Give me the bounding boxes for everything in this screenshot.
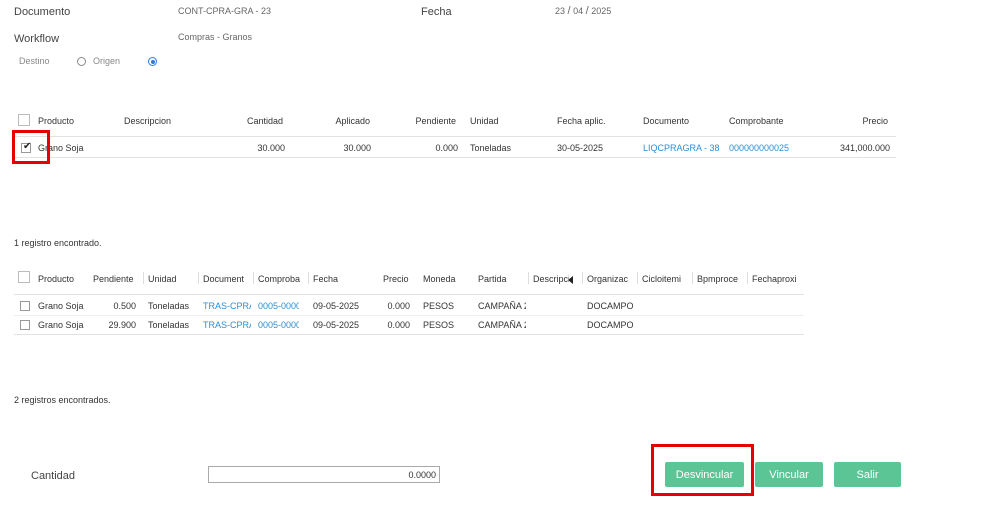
col2-fechaproxima[interactable]: Fechaproxi [752,274,798,284]
col-divider [582,272,583,284]
cell-partida: CAMPAÑA 2 [478,320,526,330]
col-fecha-aplic[interactable]: Fecha aplic. [557,116,606,126]
col2-bpmproceso[interactable]: Bpmproce [697,274,739,284]
col-pendiente[interactable]: Pendiente [386,116,456,126]
cell-producto: Grano Soja [38,320,84,330]
cell-moneda: PESOS [423,320,455,330]
col2-fecha[interactable]: Fecha [313,274,363,284]
salir-button[interactable]: Salir [834,462,901,487]
cell-unidad: Toneladas [148,320,190,330]
row-checkbox[interactable] [20,320,30,330]
col-cantidad[interactable]: Cantidad [215,116,283,126]
col-unidad[interactable]: Unidad [470,116,499,126]
cell-comprobante-link[interactable]: 0005-000000 [258,301,299,311]
col-divider [528,272,529,284]
col2-comprobante[interactable]: Comproba [258,274,300,284]
table2-record-count: 2 registros encontrados. [14,395,111,405]
cell-aplicado: 30.000 [343,143,371,153]
cell-fecha: 09-05-2025 [313,320,360,330]
col-aplicado[interactable]: Aplicado [300,116,370,126]
col2-unidad[interactable]: Unidad [148,274,198,284]
col2-precio[interactable]: Precio [383,274,413,284]
col2-documento[interactable]: Document [203,274,251,284]
table1-record-count: 1 registro encontrado. [14,238,102,248]
cell-organizacion: DOCAMPO [587,320,634,330]
cell-pendiente: 0.500 [113,301,136,311]
cell-fecha: 30-05-2025 [557,143,604,153]
cell-comprobante-link[interactable]: 000000000025 [729,143,789,153]
cell-comprobante-link[interactable]: 0005-000000 [258,320,299,330]
documento-value: CONT-CPRA-GRA - 23 [178,6,272,16]
workflow-label: Workflow [14,33,60,45]
col-producto[interactable]: Producto [38,116,74,126]
cell-unidad: Toneladas [148,301,190,311]
highlight-row-checkbox [12,130,50,164]
resize-arrow-icon[interactable] [568,276,573,284]
table1-header-divider [14,136,896,137]
vincular-button[interactable]: Vincular [755,462,823,487]
fecha-year[interactable]: 2025 [591,6,611,16]
col-divider [747,272,748,284]
col-divider [637,272,638,284]
cell-precio: 0.000 [387,301,410,311]
cell-producto: Grano Soja [38,301,84,311]
highlight-desvincular [651,444,754,496]
cell-cantidad: 30.000 [257,143,285,153]
col-divider [308,272,309,284]
cell-unidad: Toneladas [470,143,512,153]
col-descripcion[interactable]: Descripcion [124,116,171,126]
cell-documento-link[interactable]: TRAS-CPRA [203,320,251,330]
col-precio[interactable]: Precio [816,116,888,126]
origen-radio[interactable] [77,57,86,66]
row-checkbox[interactable] [20,301,30,311]
destino-label: Destino [19,56,50,66]
col-documento[interactable]: Documento [643,116,689,126]
col-divider [692,272,693,284]
select-all-checkbox-table2[interactable] [18,271,30,283]
cell-pendiente: 29.900 [108,320,136,330]
table2-header-divider [14,294,804,295]
fecha-sep-2: / [585,5,589,17]
cantidad-input[interactable] [208,466,440,483]
fecha-month[interactable]: 04 [573,6,583,16]
cell-documento-link[interactable]: LIQCPRAGRA - 38 [643,143,723,153]
row-divider [14,315,804,316]
fecha-label: Fecha [421,6,452,18]
col2-moneda[interactable]: Moneda [423,274,473,284]
cell-precio: 341,000.000 [839,143,890,153]
cantidad-label: Cantidad [31,470,76,482]
fecha-sep-1: / [567,5,571,17]
workflow-value: Compras - Granos [178,32,253,42]
documento-label: Documento [14,6,71,18]
cell-precio: 0.000 [387,320,410,330]
col2-partida[interactable]: Partida [478,274,528,284]
col2-cicloitem[interactable]: Cicloitemi [642,274,684,284]
col2-organizacion[interactable]: Organizac [587,274,630,284]
select-all-checkbox-table1[interactable] [18,114,30,126]
destino-radio[interactable] [148,57,157,66]
col-divider [198,272,199,284]
col2-producto[interactable]: Producto [38,274,88,284]
fecha-day[interactable]: 23 [555,6,565,16]
origen-label: Origen [93,56,121,66]
fecha-field[interactable]: 23 / 04 / 2025 [555,5,611,17]
col-divider [143,272,144,284]
cell-organizacion: DOCAMPO [587,301,634,311]
col-divider [253,272,254,284]
table1-row-divider [14,157,896,158]
cell-moneda: PESOS [423,301,455,311]
cell-documento-link[interactable]: TRAS-CPRA [203,301,251,311]
col2-descripcion[interactable]: Descripci [533,274,569,284]
cell-pendiente: 0.000 [435,143,458,153]
col-comprobante[interactable]: Comprobante [729,116,784,126]
cell-partida: CAMPAÑA 2 [478,301,526,311]
col2-pendiente[interactable]: Pendiente [93,274,143,284]
table2-bottom-divider [14,334,804,335]
cell-fecha: 09-05-2025 [313,301,360,311]
